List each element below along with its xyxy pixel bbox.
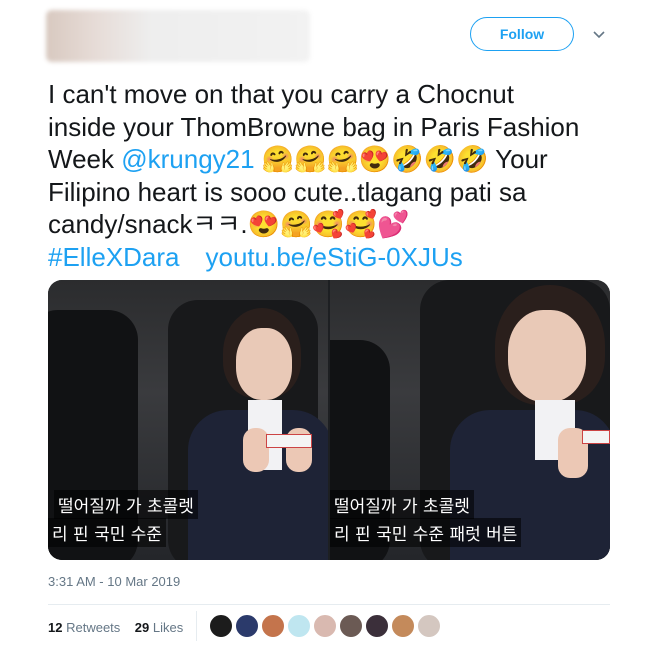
youtube-link[interactable]: youtu.be/eStiG-0XJUs [206, 242, 463, 272]
likes-label: Likes [152, 620, 184, 635]
tweet-line: Filipino heart is sooo cute..tlagang pat… [48, 176, 527, 207]
tweet-line-text: candy/snackㅋㅋ. [48, 209, 248, 239]
hashtag-link[interactable]: #ElleXDara [48, 242, 180, 272]
liker-avatar[interactable] [313, 614, 337, 638]
tweet-stats: 12 Retweets 29 Likes [48, 620, 183, 635]
tweet-media[interactable]: 떨어질까 가 초콜렛 리 핀 국민 수준 떨어질까 가 초콜렛 리 핀 국민 수… [48, 280, 610, 560]
liker-avatar[interactable] [287, 614, 311, 638]
person-face [508, 310, 586, 402]
liker-avatar[interactable] [417, 614, 441, 638]
tweet-line: #ElleXDara youtu.be/eStiG-0XJUs [48, 241, 628, 274]
mention-link[interactable]: @krungy21 [121, 144, 254, 174]
tweet-text: I can't move on that you carry a Chocnut… [48, 78, 628, 273]
tweet-line: candy/snackㅋㅋ.😍🤗🥰🥰💕 [48, 208, 628, 241]
person-face [236, 328, 292, 400]
video-subtitle: 리 핀 국민 수준 패럿 버튼 [330, 518, 522, 547]
retweets-count: 12 [48, 620, 63, 635]
candy-bar [266, 434, 312, 448]
blurred-author-info [46, 10, 310, 62]
liker-avatar[interactable] [339, 614, 363, 638]
tweet-line-text: Your [495, 144, 548, 174]
tweet-line: I can't move on that you carry a Chocnut [48, 79, 514, 109]
tweet-line: inside your ThomBrowne bag in Paris Fash… [48, 111, 580, 142]
tweet-line: Week @krungy21 🤗🤗🤗😍🤣🤣🤣 Your [48, 143, 628, 176]
emoji-sequence: 😍🤗🥰🥰💕 [247, 209, 410, 239]
liker-avatar[interactable] [235, 614, 259, 638]
liker-avatar[interactable] [365, 614, 389, 638]
divider [48, 604, 610, 605]
likes-stat[interactable]: 29 Likes [135, 620, 183, 635]
video-subtitle: 리 핀 국민 수준 [48, 518, 167, 547]
liker-avatars [209, 614, 441, 638]
liker-avatar[interactable] [391, 614, 415, 638]
video-subtitle: 떨어질까 가 초콜렛 [54, 490, 198, 519]
media-frame-2[interactable]: 떨어질까 가 초콜렛 리 핀 국민 수준 패럿 버튼 [330, 280, 610, 560]
likes-count: 29 [134, 620, 150, 635]
tweet-line-text: Week [48, 144, 122, 174]
media-frame-1[interactable]: 떨어질까 가 초콜렛 리 핀 국민 수준 [48, 280, 328, 560]
retweets-stat[interactable]: 12 Retweets [48, 620, 120, 635]
video-subtitle: 떨어질까 가 초콜렛 [330, 490, 474, 519]
emoji-sequence: 🤗🤗🤗😍🤣🤣🤣 [254, 144, 496, 174]
divider [196, 611, 197, 641]
candy-bar [582, 430, 610, 444]
chevron-down-icon[interactable] [592, 28, 606, 42]
liker-avatar[interactable] [209, 614, 233, 638]
liker-avatar[interactable] [261, 614, 285, 638]
retweets-label: Retweets [66, 620, 121, 635]
tweet-timestamp[interactable]: 3:31 AM - 10 Mar 2019 [48, 574, 180, 589]
follow-button[interactable]: Follow [470, 17, 574, 51]
tweet-header: Follow [0, 0, 660, 70]
